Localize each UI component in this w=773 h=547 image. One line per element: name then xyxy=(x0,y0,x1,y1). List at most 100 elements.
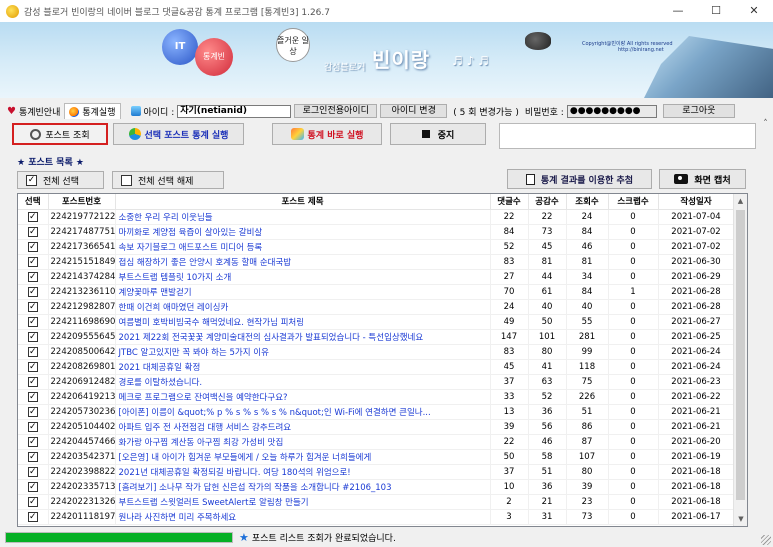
table-row[interactable]: ✓ 224208500642 JTBC 알고있지만 꼭 봐야 하는 5가지 이유 83… xyxy=(18,344,735,360)
table-row[interactable]: ✓ 224219772122 소중한 우리 우리 이웃님들 22 22 24 0 2021-0… xyxy=(18,209,735,225)
scroll-thumb[interactable] xyxy=(736,210,745,500)
scroll-down-arrow[interactable]: ▼ xyxy=(734,512,747,526)
run-stats-button[interactable]: 통계 바로 실행 xyxy=(272,123,382,145)
row-checkbox[interactable]: ✓ xyxy=(18,389,49,405)
id-field[interactable]: 자기(netianid) xyxy=(177,104,292,118)
row-checkbox[interactable]: ✓ xyxy=(18,374,49,390)
table-row[interactable]: ✓ 224213236110 계양꽃마루 맨발걷기 70 61 84 1 2021-06-28 xyxy=(18,284,735,300)
checkbox-checked-icon: ✓ xyxy=(27,226,38,237)
minimize-button[interactable]: — xyxy=(659,0,697,22)
tab-guide[interactable]: ♥ 통계빈안내 xyxy=(3,103,64,119)
col-post-id[interactable]: 포스트번호 xyxy=(48,194,116,210)
date-cell: 2021-06-20 xyxy=(658,434,735,450)
table-row[interactable]: ✓ 224217487751 마끼화로 계양점 육즙이 살아있는 갈비살 84 73 84… xyxy=(18,224,735,240)
row-checkbox[interactable]: ✓ xyxy=(18,479,49,495)
row-checkbox[interactable]: ✓ xyxy=(18,209,49,225)
table-row[interactable]: ✓ 224214374284 부트스트랩 템플릿 10가지 소개 27 44 34 0 202… xyxy=(18,269,735,285)
row-checkbox[interactable]: ✓ xyxy=(18,434,49,450)
select-all-button[interactable]: ✓ 전체 선택 xyxy=(17,171,104,189)
col-select[interactable]: 선택 xyxy=(18,194,49,210)
table-row[interactable]: ✓ 224217366541 속보 자기블로그 애드포스트 미디어 등록 52 45 46… xyxy=(18,239,735,255)
table-row[interactable]: ✓ 224202231326 부트스트랩 스윗얼러트 SweetAlert로 알림창… xyxy=(18,494,735,510)
table-row[interactable]: ✓ 224204457466 화가랑 아구찜 계산동 아구찜 최강 가성비 맛집 22… xyxy=(18,434,735,450)
table-row[interactable]: ✓ 224201118197 원나라 사진하면 미리 주목하세요 3 31 73 0 2021… xyxy=(18,509,735,525)
row-checkbox[interactable]: ✓ xyxy=(18,239,49,255)
like-count-cell: 50 xyxy=(528,314,567,330)
deselect-all-button[interactable]: 전체 선택 해제 xyxy=(112,171,224,189)
table-row[interactable]: ✓ 224202398822 2021년 대체공휴일 확정되길 바랍니다. 여당 1… xyxy=(18,464,735,480)
row-checkbox[interactable]: ✓ xyxy=(18,404,49,420)
comment-count-cell: 37 xyxy=(490,464,529,480)
row-checkbox[interactable]: ✓ xyxy=(18,254,49,270)
row-checkbox[interactable]: ✓ xyxy=(18,269,49,285)
post-id-cell: 224215151849 xyxy=(48,254,116,270)
like-count-cell: 46 xyxy=(528,434,567,450)
table-row[interactable]: ✓ 224206912482 경로를 이탈하셨습니다. 37 63 75 0 2021-06-… xyxy=(18,374,735,390)
table-row[interactable]: ✓ 224208269801 2021 대체공휴일 확정 45 41 118 0 2021-0… xyxy=(18,359,735,375)
post-title-cell: 계양꽃마루 맨발걷기 xyxy=(115,284,491,300)
table-row[interactable]: ✓ 224205104402 아파트 입주 전 사전점검 대행 서비스 강추드려요 3… xyxy=(18,419,735,435)
checkbox-checked-icon: ✓ xyxy=(27,316,38,327)
resize-grip[interactable] xyxy=(761,535,771,545)
date-cell: 2021-06-27 xyxy=(658,314,735,330)
tab-run[interactable]: 통계실행 xyxy=(64,103,121,119)
view-count-cell: 226 xyxy=(566,389,609,405)
table-row[interactable]: ✓ 224202335713 [흠려보기] 소나무 작가 답헌 신은섭 작가의 작품… xyxy=(18,479,735,495)
row-checkbox[interactable]: ✓ xyxy=(18,359,49,375)
table-row[interactable]: ✓ 224211698690 여름별미 호박비빔국수 해먹었네요. 현작가님 피처링… xyxy=(18,314,735,330)
table-row[interactable]: ✓ 224212982807 한때 이건희 애마였던 레이싱카 24 40 40 0 2021… xyxy=(18,299,735,315)
scroll-up-arrow[interactable]: ▲ xyxy=(734,194,747,208)
screen-capture-button[interactable]: 화면 캡처 xyxy=(659,169,746,189)
like-count-cell: 44 xyxy=(528,269,567,285)
post-id-cell: 224217487751 xyxy=(48,224,116,240)
change-id-button[interactable]: 아이디 변경 xyxy=(380,104,448,118)
comment-count-cell: 83 xyxy=(490,344,529,360)
row-checkbox[interactable]: ✓ xyxy=(18,464,49,480)
row-checkbox[interactable]: ✓ xyxy=(18,314,49,330)
row-checkbox[interactable]: ✓ xyxy=(18,344,49,360)
row-checkbox[interactable]: ✓ xyxy=(18,224,49,240)
col-date[interactable]: 작성일자 xyxy=(658,194,735,210)
view-count-cell: 39 xyxy=(566,479,609,495)
col-scraps[interactable]: 스크랩수 xyxy=(608,194,659,210)
date-cell: 2021-06-17 xyxy=(658,509,735,525)
close-button[interactable]: ✕ xyxy=(735,0,773,22)
col-comments[interactable]: 댓글수 xyxy=(490,194,529,210)
login-only-id-button[interactable]: 로그인전용아이디 xyxy=(294,104,378,118)
log-panel xyxy=(499,123,756,149)
table-row[interactable]: ✓ 224209555645 2021 제22회 전국꽃꽃 계양미술대전의 심사결과… xyxy=(18,329,735,345)
row-checkbox[interactable]: ✓ xyxy=(18,494,49,510)
logout-button[interactable]: 로그아웃 xyxy=(662,104,735,118)
post-title-cell: 접심 해장하기 좋은 안양시 호계동 할매 순대국밥 xyxy=(115,254,491,270)
checkbox-checked-icon: ✓ xyxy=(27,331,38,342)
like-count-cell: 73 xyxy=(528,224,567,240)
table-row[interactable]: ✓ 224215151849 접심 해장하기 좋은 안양시 호계동 할매 순대국밥 8… xyxy=(18,254,735,270)
view-count-cell: 51 xyxy=(566,404,609,420)
post-title-cell: 한때 이건희 애마였던 레이싱카 xyxy=(115,299,491,315)
col-title[interactable]: 포스트 제목 xyxy=(115,194,491,210)
stat-draw-button[interactable]: 통계 결과를 이용한 추첨 xyxy=(507,169,652,189)
post-title-cell: 부트스트랩 스윗얼러트 SweetAlert로 알림창 만들기 xyxy=(115,494,491,510)
post-id-cell: 224202398822 xyxy=(48,464,116,480)
camera-icon xyxy=(674,174,689,184)
stop-button[interactable]: 중지 xyxy=(390,123,486,145)
row-checkbox[interactable]: ✓ xyxy=(18,509,49,525)
maximize-button[interactable]: ☐ xyxy=(697,0,735,22)
col-views[interactable]: 조회수 xyxy=(566,194,609,210)
row-checkbox[interactable]: ✓ xyxy=(18,449,49,465)
checkbox-checked-icon: ✓ xyxy=(27,406,38,417)
table-row[interactable]: ✓ 224203542371 [오은영] 내 아이가 힘겨운 부모들에게 / 오늘 … xyxy=(18,449,735,465)
password-field[interactable]: ●●●●●●●●● xyxy=(566,104,657,118)
panel-scroll-up[interactable]: ˄ xyxy=(758,119,773,151)
post-list-header: ★ 포스트 목록 ★ xyxy=(17,158,84,168)
col-likes[interactable]: 공감수 xyxy=(528,194,567,210)
row-checkbox[interactable]: ✓ xyxy=(18,419,49,435)
post-lookup-button[interactable]: 포스트 조회 xyxy=(12,123,108,145)
row-checkbox[interactable]: ✓ xyxy=(18,299,49,315)
row-checkbox[interactable]: ✓ xyxy=(18,284,49,300)
table-row[interactable]: ✓ 224206419213 메크로 프로그램으로 잔여백신을 예약한다구요? 33 5… xyxy=(18,389,735,405)
row-checkbox[interactable]: ✓ xyxy=(18,329,49,345)
selected-stats-button[interactable]: 선택 포스트 통계 실행 xyxy=(113,123,244,145)
table-row[interactable]: ✓ 224205730236 [아이폰] 이름이 &quot;% p % s % s… xyxy=(18,404,735,420)
table-scrollbar[interactable]: ▲ ▼ xyxy=(733,194,747,526)
